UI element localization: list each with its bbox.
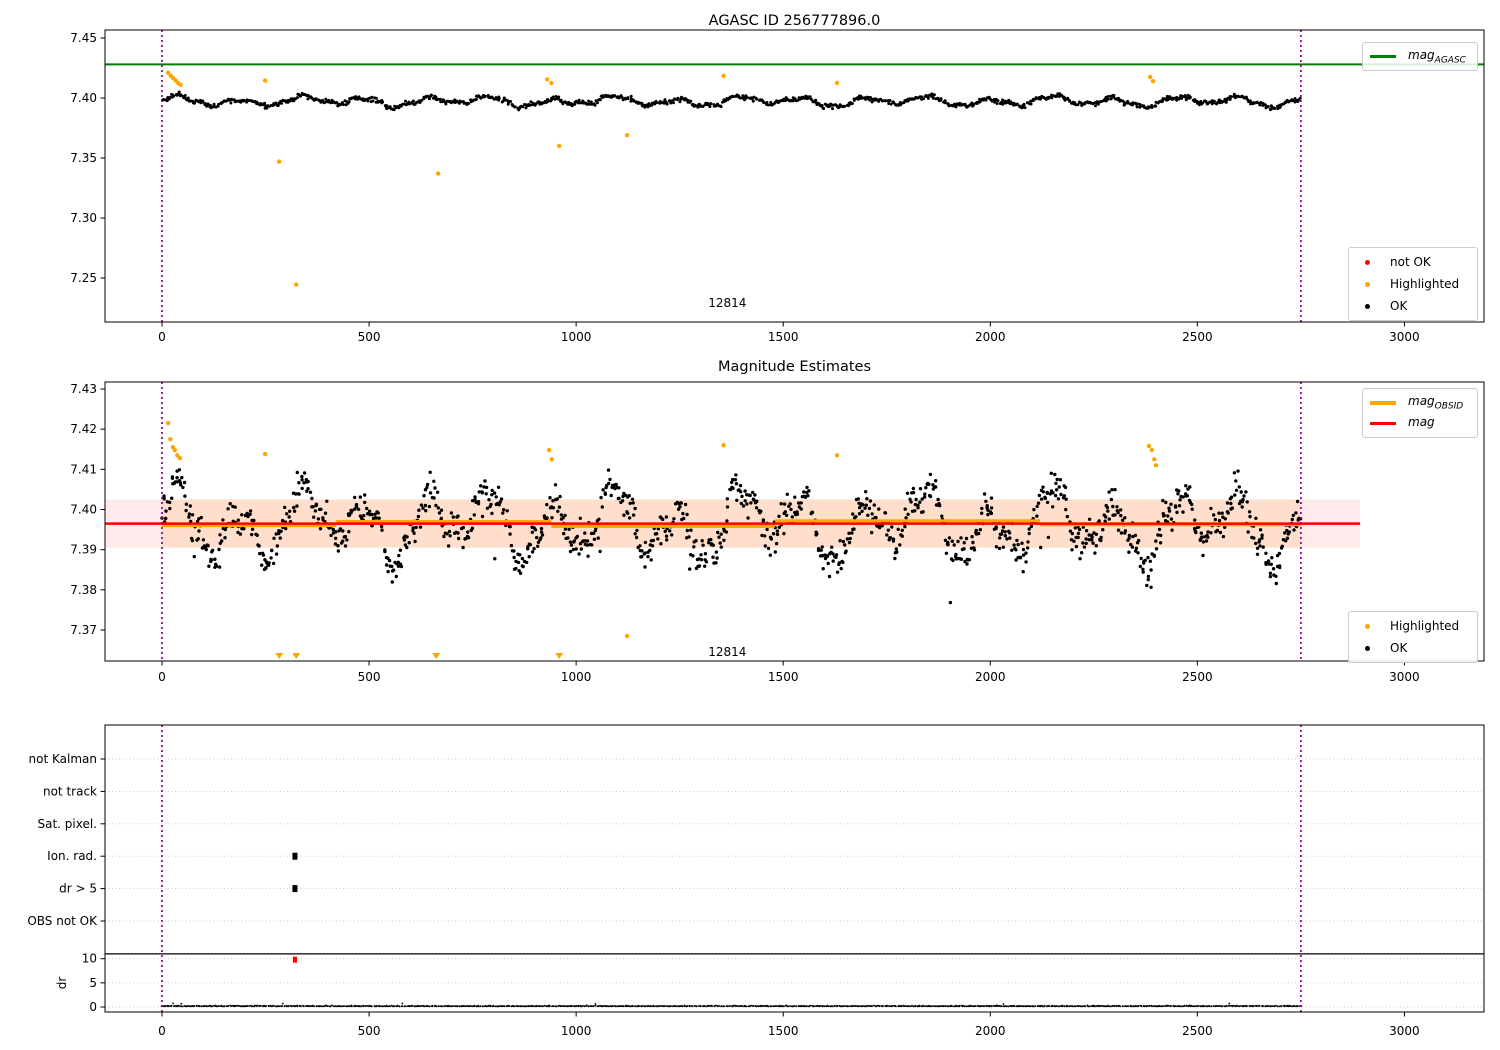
legend-row: mag — [1370, 413, 1470, 434]
obsid-annotation: 12814 — [708, 645, 746, 659]
y-tick-label: 7.39 — [70, 543, 97, 557]
flag-tick-label: OBS not OK — [27, 914, 98, 928]
flag-points — [292, 852, 298, 893]
legend-label-highlighted: Highlighted — [1390, 619, 1460, 633]
x-tick-label: 500 — [358, 670, 381, 684]
legend-label-ok: OK — [1390, 299, 1408, 313]
y-tick-label: 7.41 — [70, 462, 97, 476]
legend-row: not OK — [1356, 251, 1470, 273]
legend-row: OK — [1356, 637, 1470, 659]
y-tick-label: 7.42 — [70, 422, 97, 436]
figure-canvas: 0 500 1000 1500 2000 2500 3000 7.45 7.40 7.35 7.30… — [0, 0, 1500, 1050]
y-tick-label: 7.45 — [70, 31, 97, 45]
x-tick-label: 1500 — [768, 1024, 799, 1038]
legend-mag-lines: magOBSID mag — [1362, 388, 1478, 438]
highlighted-marker-swatch — [1365, 281, 1370, 287]
x-tick-label: 3000 — [1389, 330, 1420, 344]
flag-tick-label: not Kalman — [29, 752, 97, 766]
not-ok-marker-swatch — [1365, 259, 1370, 265]
dr-tick-label: 5 — [89, 976, 97, 990]
chart-svg: 0 500 1000 1500 2000 2500 30007.457.407.357.30… — [27, 29, 1485, 1038]
dr-ok-scatter — [160, 1002, 1303, 1008]
y-tick-label: 7.37 — [70, 623, 97, 637]
x-tick-label: 500 — [358, 1024, 381, 1038]
x-tick-label: 3000 — [1389, 670, 1420, 684]
bottom-obsid-vlines — [161, 725, 1302, 1012]
legend-row: Highlighted — [1356, 273, 1470, 295]
x-tick-label: 2000 — [975, 670, 1006, 684]
legend-label-mag-obsid: magOBSID — [1408, 393, 1464, 412]
y-tick-label: 7.38 — [70, 583, 97, 597]
top-obsid-vlines — [161, 30, 1302, 322]
flag-tick-label: Ion. rad. — [47, 849, 97, 863]
top-ok-scatter — [161, 90, 1302, 112]
ok-marker-swatch — [1365, 645, 1370, 651]
dr-axis-label: dr — [55, 977, 69, 990]
y-tick-label: 7.40 — [70, 91, 97, 105]
dr-not-ok-points — [292, 956, 297, 963]
flag-tick-label: not track — [43, 784, 97, 798]
top-plot-title: AGASC ID 256777896.0 — [708, 13, 881, 29]
flag-tick-label: Sat. pixel. — [37, 817, 97, 831]
x-tick-label: 500 — [358, 330, 381, 344]
clipped-low-triangles — [275, 653, 564, 659]
mag-obsid-line-swatch — [1370, 400, 1396, 405]
legend-label-ok: OK — [1390, 641, 1408, 655]
mag-line-swatch — [1370, 422, 1396, 425]
legend-top-markers: not OK Highlighted OK — [1348, 247, 1478, 321]
y-tick-label: 7.43 — [70, 382, 97, 396]
middle-plot-title: Magnitude Estimates — [717, 359, 872, 375]
y-tick-label: 7.30 — [70, 211, 97, 225]
legend-label-not-ok: not OK — [1390, 255, 1431, 269]
dotted-gridlines — [105, 758, 1484, 1008]
legend-row: magOBSID — [1370, 392, 1470, 413]
x-tick-label: 1000 — [561, 670, 592, 684]
legend-label-mag: mag — [1408, 414, 1435, 429]
legend-mag-agasc: magAGASC — [1362, 42, 1478, 71]
x-tick-label: 1500 — [768, 330, 799, 344]
bottom-plot: 0 500 1000 1500 2000 2500 3000 — [158, 1012, 1420, 1038]
dr-tick-label: 0 — [89, 1000, 97, 1014]
x-tick-label: 1500 — [768, 670, 799, 684]
x-tick-label: 2500 — [1182, 330, 1213, 344]
legend-middle-markers: Highlighted OK — [1348, 611, 1478, 663]
legend-row: OK — [1356, 295, 1470, 317]
x-tick-label: 3000 — [1389, 1024, 1420, 1038]
x-tick-label: 0 — [158, 670, 166, 684]
x-tick-label: 0 — [158, 1024, 166, 1038]
ok-marker-swatch — [1365, 303, 1370, 309]
x-tick-label: 2000 — [975, 330, 1006, 344]
dr-tick-label: 10 — [82, 952, 97, 966]
x-tick-label: 1000 — [561, 1024, 592, 1038]
x-tick-label: 0 — [158, 330, 166, 344]
y-tick-label: 7.35 — [70, 151, 97, 165]
legend-label-highlighted: Highlighted — [1390, 277, 1460, 291]
x-tick-label: 2500 — [1182, 1024, 1213, 1038]
flag-tick-label: dr > 5 — [59, 882, 97, 896]
x-tick-label: 1000 — [561, 330, 592, 344]
flag-axis-labels: not Kalman not track Sat. pixel. Ion. rad. d… — [27, 752, 105, 1014]
legend-row: Highlighted — [1356, 615, 1470, 637]
legend-label-mag-agasc: magAGASC — [1408, 47, 1466, 66]
x-tick-label: 2000 — [975, 1024, 1006, 1038]
legend-row: magAGASC — [1370, 46, 1470, 67]
highlighted-marker-swatch — [1365, 623, 1370, 629]
top-plot: 0 500 1000 1500 2000 2500 3000 7.45 7.40 7.35 7.30… — [70, 31, 1419, 344]
obsid-annotation: 12814 — [708, 296, 746, 310]
mag-agasc-line-swatch — [1370, 55, 1396, 58]
x-tick-label: 2500 — [1182, 670, 1213, 684]
y-tick-label: 7.25 — [70, 271, 97, 285]
y-tick-label: 7.40 — [70, 503, 97, 517]
